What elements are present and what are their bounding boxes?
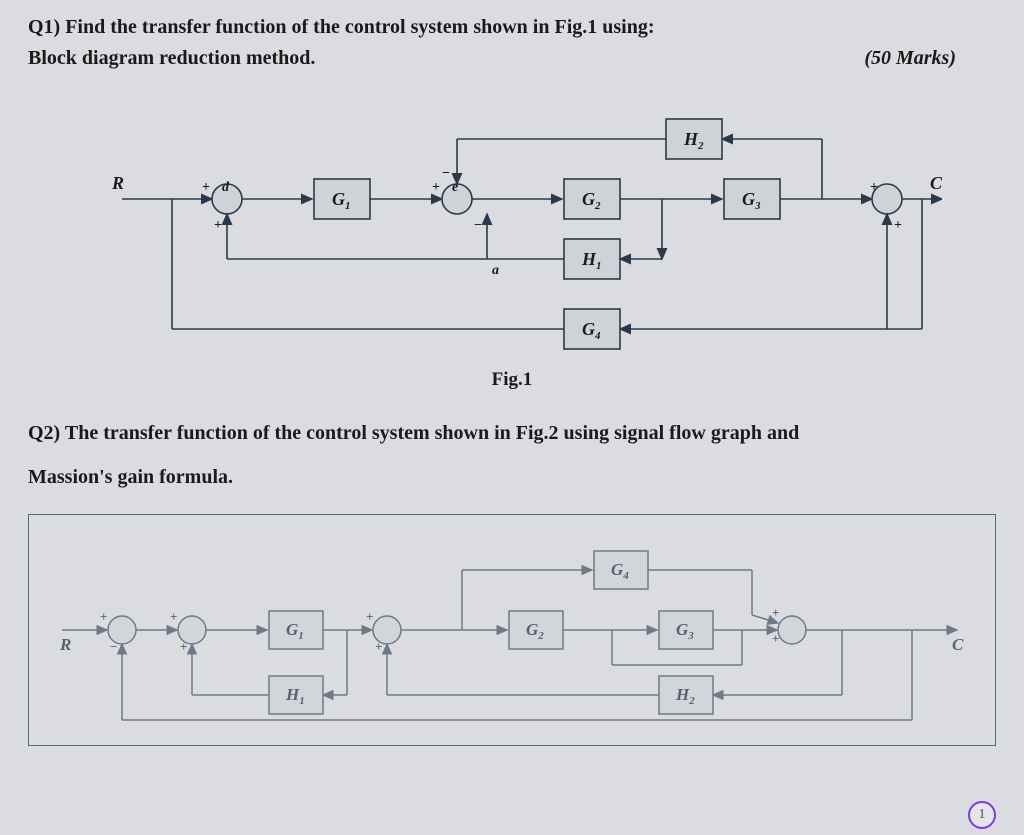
q1-text: Q1) Find the transfer function of the co… bbox=[28, 12, 996, 74]
svg-text:+: + bbox=[214, 218, 222, 233]
q2-prefix: Q2) bbox=[28, 422, 60, 444]
r-label: R bbox=[111, 173, 124, 193]
svg-text:+: + bbox=[375, 639, 382, 654]
svg-text:+: + bbox=[170, 609, 177, 624]
fig1-caption: Fig.1 bbox=[28, 369, 996, 391]
svg-text:C: C bbox=[952, 635, 964, 654]
svg-text:+: + bbox=[432, 180, 440, 195]
svg-text:+: + bbox=[202, 180, 210, 195]
q1-line1: Find the transfer function of the contro… bbox=[65, 16, 654, 38]
figure-2: R C G1 G2 G3 G4 H1 H2 + − + + + + + + bbox=[28, 514, 996, 746]
page-number: 1 bbox=[979, 807, 986, 823]
q1-prefix: Q1) bbox=[28, 16, 60, 38]
page-number-badge: 1 bbox=[968, 801, 996, 829]
svg-text:R: R bbox=[59, 635, 71, 654]
block-diagram-fig1: R C d e a G1 G2 G3 G4 H1 H2 + + + − − + … bbox=[82, 99, 942, 359]
q2-text: Q2) The transfer function of the control… bbox=[28, 411, 996, 499]
q1-line2: Block diagram reduction method. bbox=[28, 43, 315, 74]
q2-line2: Massion's gain formula. bbox=[28, 455, 996, 499]
svg-text:−: − bbox=[474, 218, 482, 233]
svg-text:+: + bbox=[772, 605, 779, 620]
svg-text:e: e bbox=[452, 180, 458, 195]
block-diagram-fig2: R C G1 G2 G3 G4 H1 H2 + − + + + + + + bbox=[52, 535, 972, 725]
svg-text:a: a bbox=[492, 263, 499, 278]
c-label: C bbox=[930, 173, 942, 193]
svg-text:+: + bbox=[180, 639, 187, 654]
svg-text:+: + bbox=[894, 218, 902, 233]
svg-text:d: d bbox=[222, 180, 230, 195]
svg-text:+: + bbox=[870, 180, 878, 195]
svg-text:+: + bbox=[366, 609, 373, 624]
figure-1: R C d e a G1 G2 G3 G4 H1 H2 + + + − − + … bbox=[28, 99, 996, 391]
svg-text:+: + bbox=[100, 609, 107, 624]
q1-marks: (50 Marks) bbox=[864, 43, 956, 74]
svg-text:−: − bbox=[442, 166, 450, 181]
svg-text:+: + bbox=[772, 631, 779, 646]
q2-line1: The transfer function of the control sys… bbox=[65, 422, 799, 444]
svg-text:−: − bbox=[110, 639, 117, 654]
